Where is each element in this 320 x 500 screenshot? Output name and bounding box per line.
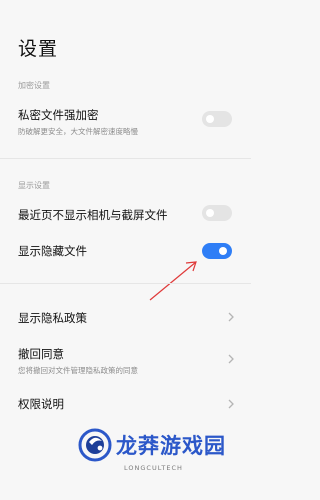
watermark-name: 龙莽游戏园	[116, 434, 226, 458]
show-hidden-files-title: 显示隐藏文件	[18, 244, 87, 258]
watermark-url: LONGCULTECH	[124, 464, 183, 472]
section-label-encryption: 加密设置	[18, 81, 50, 90]
privacy-policy-title: 显示隐私政策	[18, 311, 87, 325]
revoke-consent-subtitle: 您将撤回对文件管理隐私政策的同意	[18, 366, 138, 375]
section-divider	[0, 158, 251, 159]
private-file-encryption-title: 私密文件强加密	[18, 108, 99, 122]
toggle-knob	[206, 115, 214, 123]
section-label-display: 显示设置	[18, 181, 50, 190]
chevron-right-icon	[224, 352, 238, 366]
section-divider	[0, 283, 251, 284]
watermark-logo-icon	[78, 428, 112, 462]
annotation-arrow	[149, 261, 197, 301]
toggle-knob	[206, 209, 214, 217]
settings-screen: 设置 加密设置 私密文件强加密 防破解更安全，大文件解密速度略慢 显示设置 最近…	[0, 0, 251, 500]
chevron-right-icon	[224, 310, 238, 324]
revoke-consent-title: 撤回同意	[18, 347, 64, 361]
toggle-knob	[219, 247, 227, 255]
watermark: 龙莽游戏园 LONGCULTECH	[78, 424, 243, 486]
private-file-encryption-subtitle: 防破解更安全，大文件解密速度略慢	[18, 127, 138, 136]
permissions-title: 权限说明	[18, 397, 64, 411]
hide-recent-camera-title: 最近页不显示相机与截屏文件	[18, 208, 168, 222]
private-file-encryption-toggle[interactable]	[202, 111, 232, 127]
hide-recent-camera-toggle[interactable]	[202, 205, 232, 221]
chevron-right-icon	[224, 397, 238, 411]
page-title: 设置	[18, 38, 59, 60]
